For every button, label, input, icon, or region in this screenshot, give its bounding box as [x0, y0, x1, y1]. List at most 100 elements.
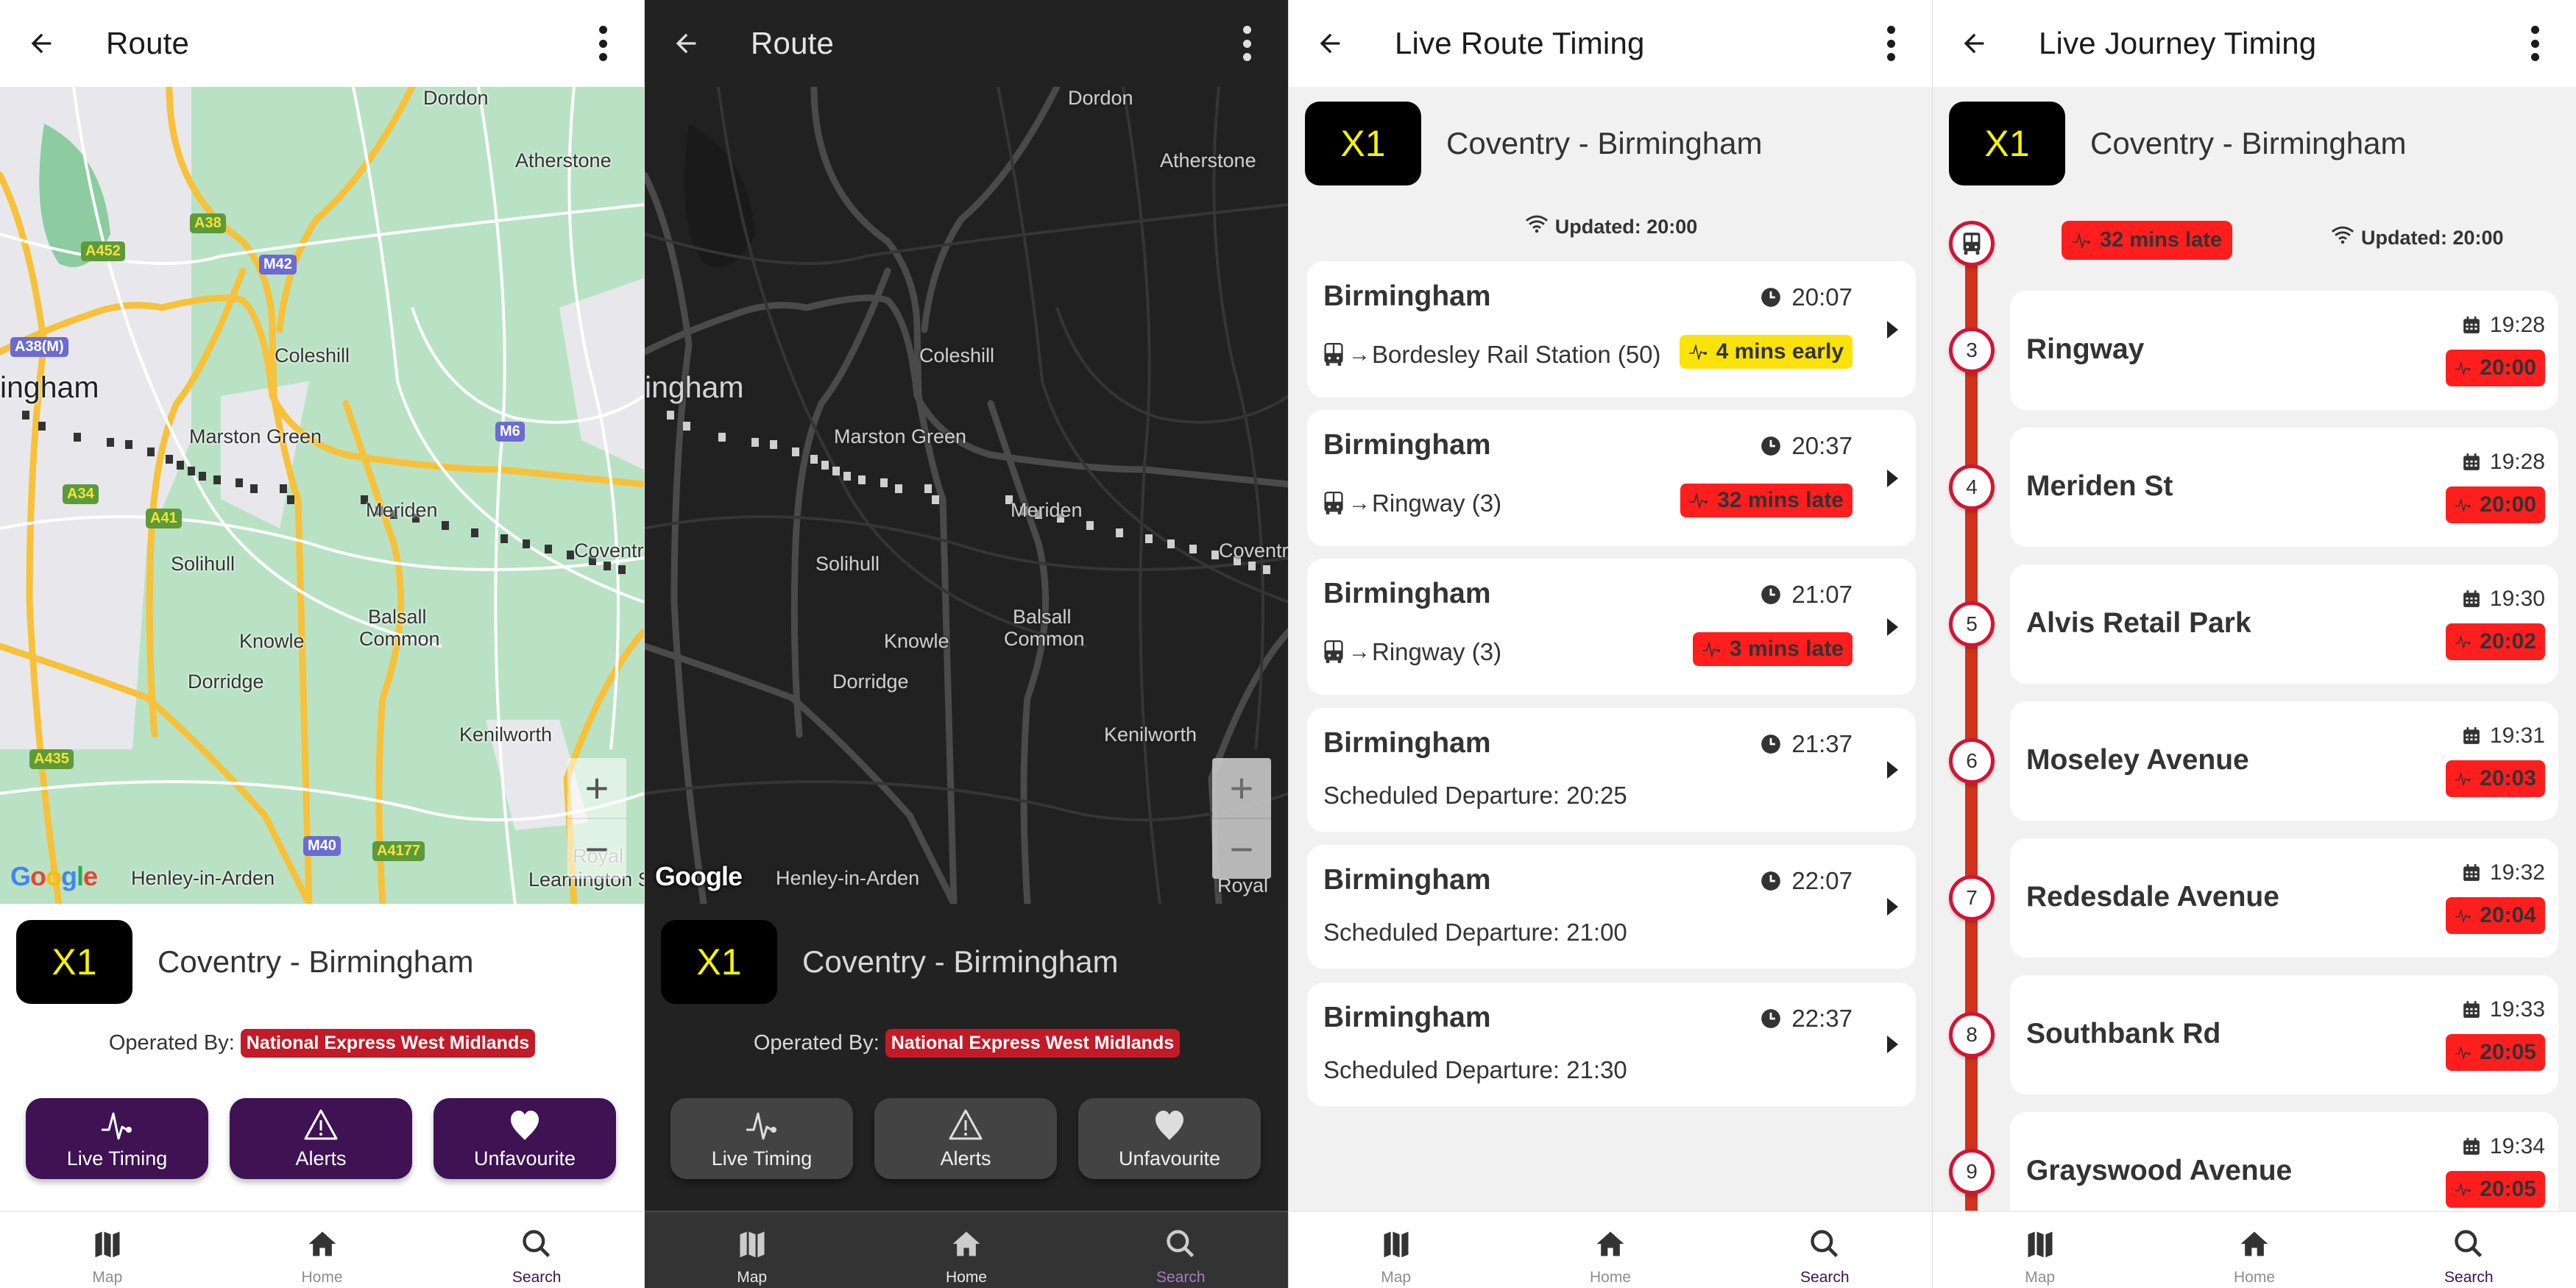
- pulse-icon: [2455, 1182, 2471, 1197]
- nav-map-label: Map: [2025, 1269, 2056, 1286]
- route-header: X1 Coventry - Birmingham: [1949, 102, 2406, 185]
- nav-search-label: Search: [512, 1269, 562, 1286]
- live-timing-button[interactable]: Live Timing: [670, 1098, 853, 1179]
- departure-time-text: 20:07: [1791, 283, 1853, 311]
- back-button[interactable]: [664, 21, 708, 66]
- stop-card[interactable]: Southbank Rd 19:33 20:05: [2010, 975, 2558, 1094]
- status-badge: 3 mins late: [1692, 632, 1853, 666]
- nav-home[interactable]: Home: [215, 1212, 430, 1288]
- stop-card[interactable]: Ringway 19:28 20:00: [2010, 291, 2558, 410]
- nav-home-label: Home: [945, 1269, 987, 1286]
- scheduled-time: 19:32: [2462, 860, 2545, 885]
- more-options-button[interactable]: [2520, 21, 2550, 66]
- home-icon: [952, 1231, 980, 1256]
- departure-destination: Birmingham: [1323, 429, 1491, 461]
- nav-map[interactable]: Map: [0, 1212, 215, 1288]
- next-stop: → Ringway (3): [1323, 638, 1501, 666]
- departure-card[interactable]: Birmingham 21:07 → Ringway (3) 3 mins late: [1307, 559, 1916, 695]
- map-label: Marston Green: [189, 425, 322, 447]
- more-options-button[interactable]: [588, 21, 618, 66]
- stop-sequence-node: 4: [1949, 464, 1995, 510]
- stop-card[interactable]: Redesdale Avenue 19:32 20:04: [2010, 838, 2558, 958]
- map-zoom-controls: + −: [567, 758, 626, 879]
- departure-time: 20:07: [1761, 283, 1853, 311]
- stop-sequence-node: 7: [1949, 875, 1995, 921]
- operator-badge: National Express West Midlands: [240, 1029, 536, 1058]
- zoom-in-button[interactable]: +: [567, 758, 626, 819]
- unfavourite-button[interactable]: Unfavourite: [434, 1098, 616, 1179]
- live-journey-body: X1 Coventry - Birmingham 32 mins late Up…: [1933, 87, 2576, 1211]
- clock-icon: [1761, 585, 1781, 604]
- journey-status-text: 32 mins late: [2100, 228, 2223, 252]
- google-logo: Google: [655, 861, 743, 891]
- nav-home[interactable]: Home: [859, 1212, 1073, 1288]
- more-options-button[interactable]: [1232, 21, 1262, 66]
- zoom-out-button[interactable]: −: [1212, 819, 1271, 879]
- map-label: Kenilworth: [459, 723, 553, 746]
- alerts-button[interactable]: Alerts: [230, 1098, 412, 1179]
- back-arrow-icon: [1964, 33, 1984, 54]
- live-timing-button[interactable]: Live Timing: [26, 1098, 208, 1179]
- scheduled-time: 19:34: [2462, 1134, 2545, 1159]
- nav-map[interactable]: Map: [1933, 1212, 2147, 1288]
- arrow-right-icon: →: [1348, 491, 1370, 515]
- departure-card[interactable]: Birmingham 21:37 Scheduled Departure: 20:2…: [1307, 708, 1916, 832]
- search-icon: [523, 1230, 551, 1258]
- operated-by-label: Operated By:: [753, 1031, 880, 1055]
- timeline-line: [1965, 241, 1978, 1211]
- nav-map[interactable]: Map: [1289, 1212, 1503, 1288]
- chevron-right-icon: [1887, 761, 1898, 779]
- nav-home[interactable]: Home: [1503, 1212, 1717, 1288]
- nav-home[interactable]: Home: [2147, 1212, 2361, 1288]
- nav-map[interactable]: Map: [645, 1212, 859, 1288]
- app-bar: Live Route Timing: [1289, 0, 1932, 87]
- nav-search[interactable]: Search: [2362, 1212, 2576, 1288]
- departure-card[interactable]: Birmingham 20:37 → Ringway (3) 32 mins late: [1307, 410, 1916, 546]
- nav-search[interactable]: Search: [1074, 1212, 1288, 1288]
- road-shield: A38: [190, 213, 226, 233]
- departure-destination: Birmingham: [1323, 864, 1491, 896]
- route-name: Coventry - Birmingham: [158, 944, 474, 979]
- route-header: X1 Coventry - Birmingham: [661, 920, 1118, 1004]
- live-time-badge: 20:05: [2446, 1034, 2545, 1071]
- back-button[interactable]: [19, 21, 63, 66]
- nav-search[interactable]: Search: [429, 1212, 644, 1288]
- back-button[interactable]: [1308, 21, 1352, 66]
- chevron-right-icon: [1887, 898, 1898, 916]
- more-options-button[interactable]: [1876, 21, 1906, 66]
- zoom-in-button[interactable]: +: [1212, 758, 1271, 819]
- scheduled-time-text: 19:31: [2489, 723, 2545, 748]
- road-shield: A38(M): [10, 337, 68, 357]
- departure-time: 22:37: [1761, 1005, 1853, 1033]
- stop-card[interactable]: Moseley Avenue 19:31 20:03: [2010, 701, 2558, 821]
- departure-card[interactable]: Birmingham 22:07 Scheduled Departure: 21:0…: [1307, 845, 1916, 969]
- next-stop: → Bordesley Rail Station (50): [1323, 341, 1661, 369]
- stop-sequence-node: 3: [1949, 328, 1995, 373]
- alerts-button[interactable]: Alerts: [874, 1098, 1057, 1179]
- live-time-badge: 20:00: [2446, 486, 2545, 523]
- nav-search[interactable]: Search: [1718, 1212, 1932, 1288]
- stop-card[interactable]: Grayswood Avenue 19:34 20:05: [2010, 1112, 2558, 1211]
- stop-card[interactable]: Meriden St 19:28 20:00: [2010, 428, 2558, 547]
- live-timing-label: Live Timing: [66, 1147, 168, 1170]
- route-map[interactable]: Dordon Atherstone Coleshill ingham Marst…: [0, 87, 644, 904]
- calendar-icon: [2463, 864, 2480, 881]
- departure-time-text: 20:37: [1791, 432, 1853, 459]
- route-name: Coventry - Birmingham: [2090, 126, 2407, 160]
- zoom-out-button[interactable]: −: [567, 819, 626, 879]
- map-label: Meriden: [366, 499, 438, 521]
- route-number-badge: X1: [16, 920, 132, 1004]
- unfavourite-button[interactable]: Unfavourite: [1078, 1098, 1261, 1179]
- alerts-label: Alerts: [295, 1147, 347, 1170]
- route-map[interactable]: Dordon Atherstone Coleshill ingham Marst…: [645, 87, 1288, 904]
- map-label: Knowle: [239, 630, 305, 652]
- stop-card[interactable]: Alvis Retail Park 19:30 20:02: [2010, 565, 2558, 684]
- departure-card[interactable]: Birmingham 20:07 → Bordesley Rail Station (…: [1307, 261, 1916, 397]
- back-arrow-icon: [676, 33, 696, 54]
- back-button[interactable]: [1952, 21, 1996, 66]
- live-route-body: X1 Coventry - Birmingham Updated: 20:00 …: [1289, 87, 1932, 1211]
- google-logo: Google: [10, 861, 98, 891]
- departure-card[interactable]: Birmingham 22:37 Scheduled Departure: 21:3…: [1307, 983, 1916, 1106]
- scheduled-time: 19:31: [2462, 723, 2545, 749]
- calendar-icon: [2463, 316, 2480, 333]
